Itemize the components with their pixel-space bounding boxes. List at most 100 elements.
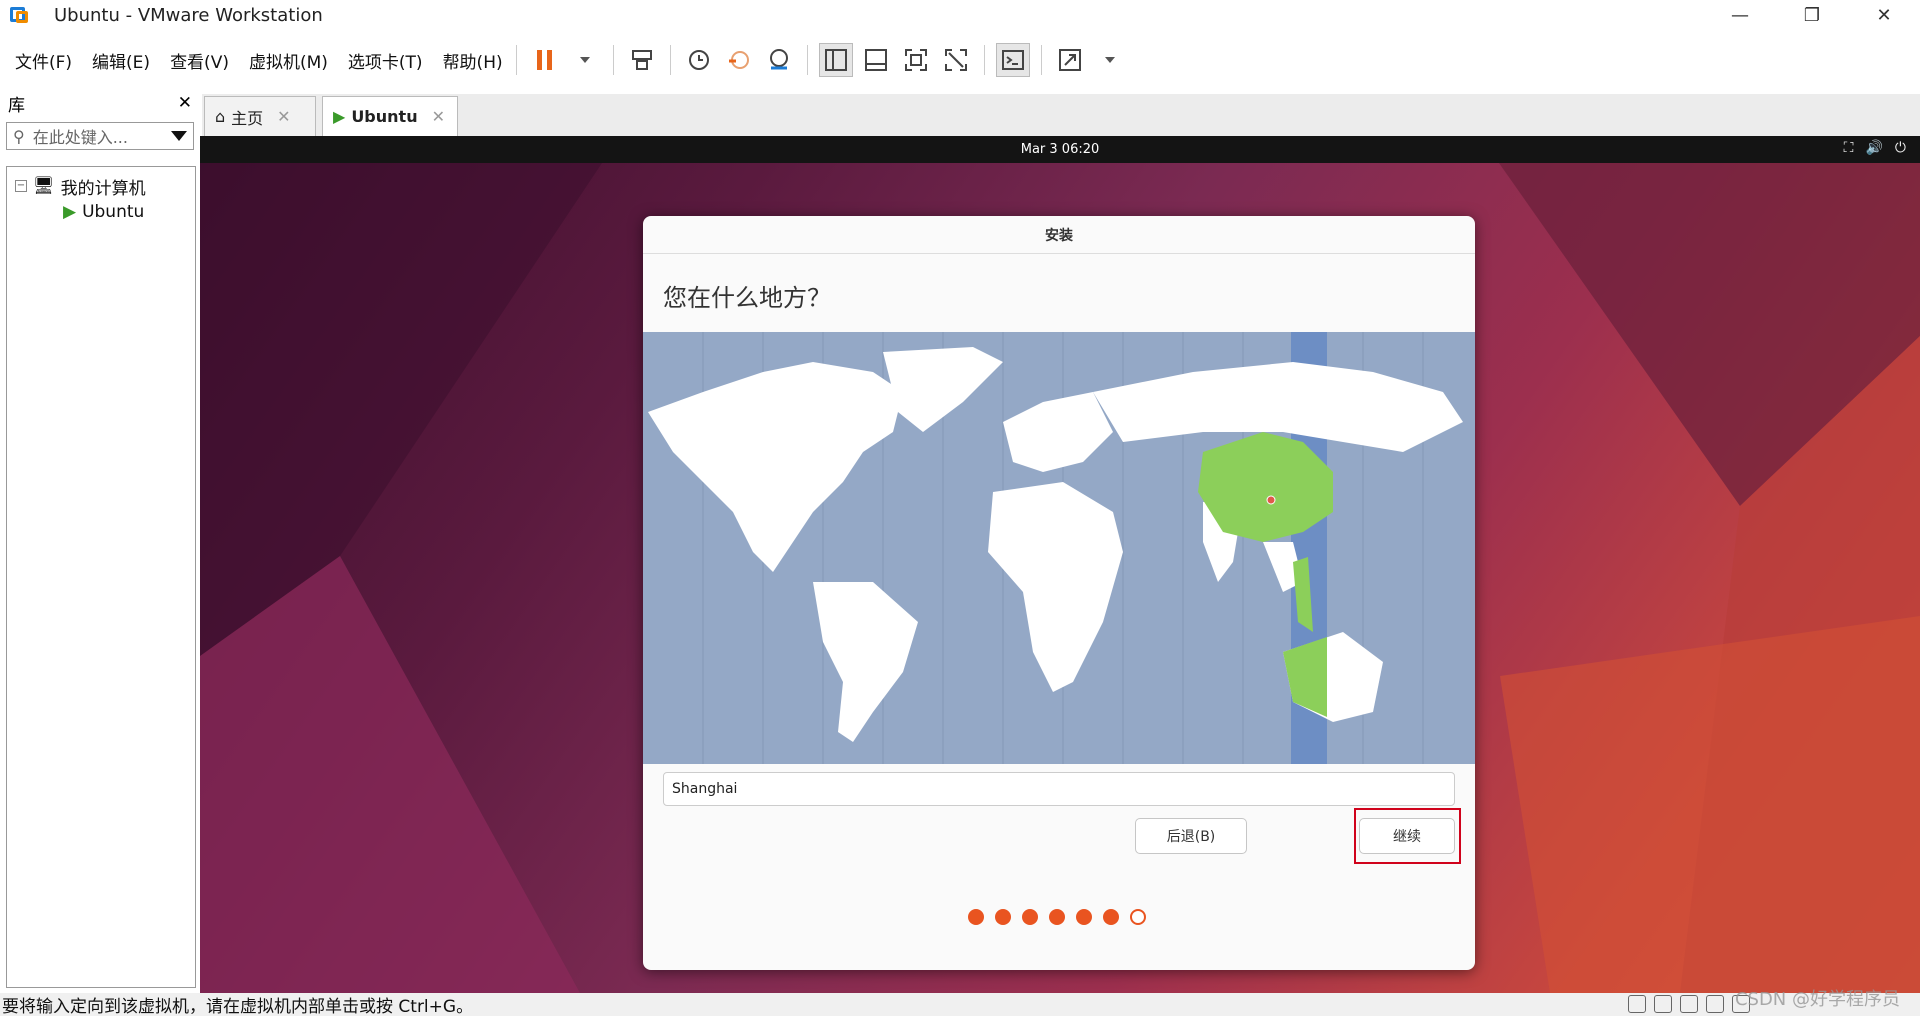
fullscreen-button[interactable] [899,43,933,77]
toolbar-separator [612,45,614,75]
network-send-icon [631,50,652,70]
progress-dot-done [1049,909,1065,925]
progress-dot-done [1076,909,1092,925]
close-tab-icon[interactable]: ✕ [277,107,290,126]
tab-ubuntu[interactable]: ▶ Ubuntu ✕ [322,96,458,136]
toolbar-separator [669,45,671,75]
back-button[interactable]: 后退(B) [1135,818,1247,854]
restore-button[interactable]: ❐ [1776,0,1848,30]
menu-tabs[interactable]: 选项卡(T) [348,48,423,73]
power-dropdown-button[interactable] [568,43,602,77]
hdd-icon[interactable] [1628,995,1646,1013]
progress-dot-done [1022,909,1038,925]
annotation-highlight-box [1354,808,1461,864]
installer-window-title: 安装 [643,216,1475,254]
snapshot-manager-icon [769,49,788,70]
vm-console[interactable]: Mar 3 06:20 ⛶ 🔊 ⏻ 安装 您在什么地方？ Shanghai 后退… [200,136,1920,993]
title-bar: Ubuntu - VMware Workstation — ❐ ✕ [0,0,1920,30]
vm-icon: ▶ [63,202,77,222]
installer-heading: 您在什么地方？ [663,284,831,312]
pause-button[interactable] [528,43,562,77]
revert-clock-icon [728,51,749,69]
tree-root-label: 我的计算机 [60,178,146,199]
toolbar-separator [806,45,808,75]
device-status-icons [1628,995,1750,1013]
clock-label[interactable]: Mar 3 06:20 [1021,142,1100,157]
chevron-down-icon [579,57,590,63]
send-ctrl-alt-del-button[interactable] [625,43,659,77]
show-thumbnail-button[interactable] [859,43,893,77]
chevron-down-icon[interactable] [171,131,187,141]
unity-icon [944,49,967,71]
stretch-icon [1058,49,1081,71]
menu-vm[interactable]: 虚拟机(M) [249,48,328,73]
menu-file[interactable]: 文件(F) [15,48,72,73]
back-button-label: 后退(B) [1166,829,1216,845]
thumbnail-layout-icon [864,49,887,71]
unity-mode-button[interactable] [939,43,973,77]
menu-help[interactable]: 帮助(H) [443,48,503,73]
network-adapter-icon[interactable] [1680,995,1698,1013]
computer-icon: 🖥 [33,176,55,196]
tree-item-ubuntu[interactable]: ▶ Ubuntu [63,199,195,225]
terminal-icon [1001,50,1024,70]
close-tab-icon[interactable]: ✕ [432,107,445,126]
collapse-toggle-icon[interactable]: − [15,180,27,192]
library-close-icon[interactable]: ✕ [178,93,192,113]
tree-item-my-computer[interactable]: − 🖥 我的计算机 [7,173,195,199]
revert-snapshot-button[interactable] [722,43,756,77]
timezone-world-map[interactable] [643,332,1475,764]
pause-icon [536,50,552,70]
usb-icon[interactable] [1706,995,1724,1013]
progress-dot-done [968,909,984,925]
library-search-placeholder: 在此处键入... [32,128,128,147]
sidebar-layout-icon [824,49,847,71]
progress-dot-done [1103,909,1119,925]
network-icon[interactable]: ⛶ [1844,140,1854,156]
toolbar-separator [983,45,985,75]
snapshot-button[interactable] [682,43,716,77]
close-icon: ✕ [1876,4,1892,26]
status-message: 要将输入定向到该虚拟机，请在虚拟机内部单击或按 Ctrl+G。 [2,997,474,1017]
installer-progress-dots [968,909,1146,925]
stretch-button[interactable] [1053,43,1087,77]
library-panel: 库 ✕ ⚲ 在此处键入... − 🖥 我的计算机 ▶ Ubuntu [0,88,200,993]
menu-toolbar: 文件(F) 编辑(E) 查看(V) 虚拟机(M) 选项卡(T) 帮助(H) [0,40,1920,80]
close-button[interactable]: ✕ [1848,0,1920,30]
tab-home[interactable]: ⌂ 主页 ✕ [204,96,316,136]
minimize-button[interactable]: — [1704,0,1776,30]
timezone-input[interactable]: Shanghai [663,772,1455,806]
tab-home-label: 主页 [231,108,264,128]
menu-edit[interactable]: 编辑(E) [92,48,150,73]
search-icon: ⚲ [13,126,25,146]
chevron-down-icon [1104,57,1115,63]
toolbar-separator [1040,45,1042,75]
vmware-logo-icon [10,4,32,26]
vm-icon: ▶ [333,107,346,126]
tree-vm-label: Ubuntu [82,202,145,222]
toolbar-separator [515,45,517,75]
installer-dialog: 安装 您在什么地方？ Shanghai 后退(B) 继续 [643,216,1475,970]
tab-ubuntu-label: Ubuntu [351,107,418,126]
stretch-dropdown-button[interactable] [1093,43,1127,77]
power-icon[interactable]: ⏻ [1895,140,1906,156]
show-library-button[interactable] [818,43,853,77]
tab-strip: ⌂ 主页 ✕ ▶ Ubuntu ✕ [202,94,1920,136]
progress-dot-current [1130,909,1146,925]
console-view-button[interactable] [995,43,1030,77]
fullscreen-icon [904,49,927,71]
snapshot-manager-button[interactable] [762,43,796,77]
minimize-icon: — [1731,4,1749,26]
library-search-input[interactable]: ⚲ 在此处键入... [6,122,194,150]
volume-icon[interactable]: 🔊 [1865,140,1882,156]
library-tree: − 🖥 我的计算机 ▶ Ubuntu [6,166,196,988]
cd-icon[interactable] [1654,995,1672,1013]
progress-dot-done [995,909,1011,925]
menu-view[interactable]: 查看(V) [170,48,229,73]
csdn-watermark: CSDN @好学程序员 [1734,989,1900,1010]
window-title: Ubuntu - VMware Workstation [54,4,323,26]
home-icon: ⌂ [215,107,226,126]
clock-icon [688,50,709,70]
gnome-top-bar: Mar 3 06:20 ⛶ 🔊 ⏻ [200,136,1920,163]
timezone-value: Shanghai [672,781,738,797]
